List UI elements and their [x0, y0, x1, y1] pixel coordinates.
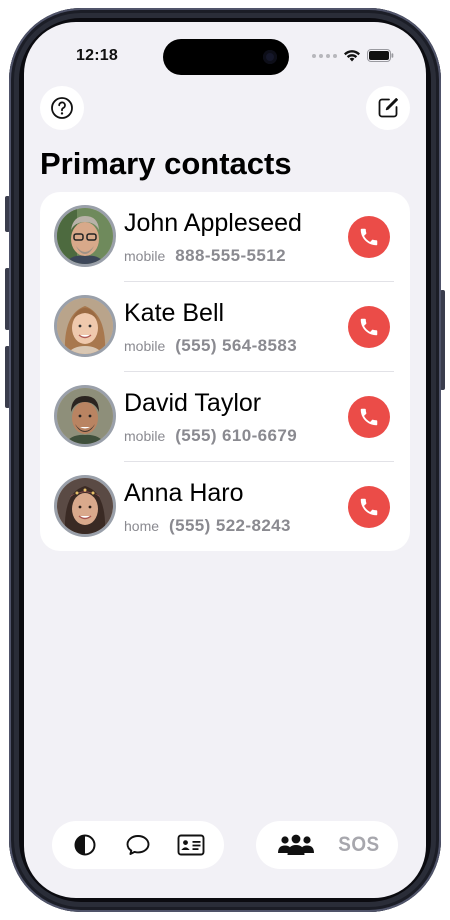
contact-row[interactable]: Anna Haro home (555) 522-8243	[40, 462, 410, 552]
compose-button[interactable]	[366, 86, 410, 130]
status-indicators	[312, 49, 394, 62]
cellular-signal-icon	[312, 53, 337, 58]
contact-row[interactable]: Kate Bell mobile (555) 564-8583	[40, 282, 410, 372]
help-button[interactable]	[40, 86, 84, 130]
avatar	[54, 205, 116, 267]
chat-bubble-icon	[126, 835, 150, 855]
contact-phone-line: mobile 888-555-5512	[124, 246, 286, 266]
wifi-icon	[344, 50, 360, 62]
battery-icon	[367, 49, 394, 62]
people-icon	[277, 834, 314, 855]
question-circle-icon	[51, 97, 73, 119]
phone-number: (555) 564-8583	[175, 336, 298, 355]
call-button[interactable]	[348, 216, 390, 258]
call-button[interactable]	[348, 486, 390, 528]
screen: 12:18 Primary contacts John Appleseed mo…	[24, 22, 426, 898]
contact-card-icon	[177, 834, 205, 856]
contact-name: David Taylor	[124, 389, 262, 417]
phone-number: (555) 610-6679	[175, 426, 298, 445]
phone-icon	[360, 228, 378, 246]
phone-icon	[360, 408, 378, 426]
contact-card-button[interactable]	[171, 825, 211, 865]
contact-row[interactable]: David Taylor mobile (555) 610-6679	[40, 372, 410, 462]
contact-row[interactable]: John Appleseed mobile 888-555-5512	[40, 192, 410, 282]
messages-button[interactable]	[118, 825, 158, 865]
compose-icon	[378, 98, 398, 118]
phone-type-label: home	[124, 518, 160, 534]
contrast-icon	[74, 834, 96, 856]
sos-label: SOS	[337, 833, 380, 856]
contacts-tab[interactable]	[271, 825, 321, 865]
call-button[interactable]	[348, 306, 390, 348]
contact-name: Anna Haro	[124, 479, 244, 507]
phone-icon	[360, 318, 378, 336]
phone-type-label: mobile	[124, 428, 166, 444]
tools-toolbar	[52, 821, 224, 869]
page-title: Primary contacts	[40, 146, 292, 181]
contact-name: Kate Bell	[124, 299, 225, 327]
mode-toolbar: SOS	[256, 821, 398, 869]
contacts-list: John Appleseed mobile 888-555-5512 Kate …	[40, 192, 410, 551]
phone-type-label: mobile	[124, 338, 166, 354]
status-bar: 12:18	[24, 22, 426, 82]
avatar	[54, 475, 116, 537]
phone-number: 888-555-5512	[175, 246, 286, 265]
contact-phone-line: mobile (555) 564-8583	[124, 336, 297, 356]
contact-phone-line: mobile (555) 610-6679	[124, 426, 297, 446]
phone-number: (555) 522-8243	[169, 516, 291, 535]
phone-type-label: mobile	[124, 248, 166, 264]
contact-name: John Appleseed	[124, 209, 302, 237]
call-button[interactable]	[348, 396, 390, 438]
dynamic-island	[163, 39, 289, 75]
avatar	[54, 295, 116, 357]
status-time: 12:18	[76, 47, 118, 64]
avatar	[54, 385, 116, 447]
contact-phone-line: home (555) 522-8243	[124, 516, 291, 536]
phone-icon	[360, 498, 378, 516]
contrast-button[interactable]	[65, 825, 105, 865]
front-camera	[263, 50, 277, 64]
sos-tab[interactable]: SOS	[334, 825, 384, 865]
